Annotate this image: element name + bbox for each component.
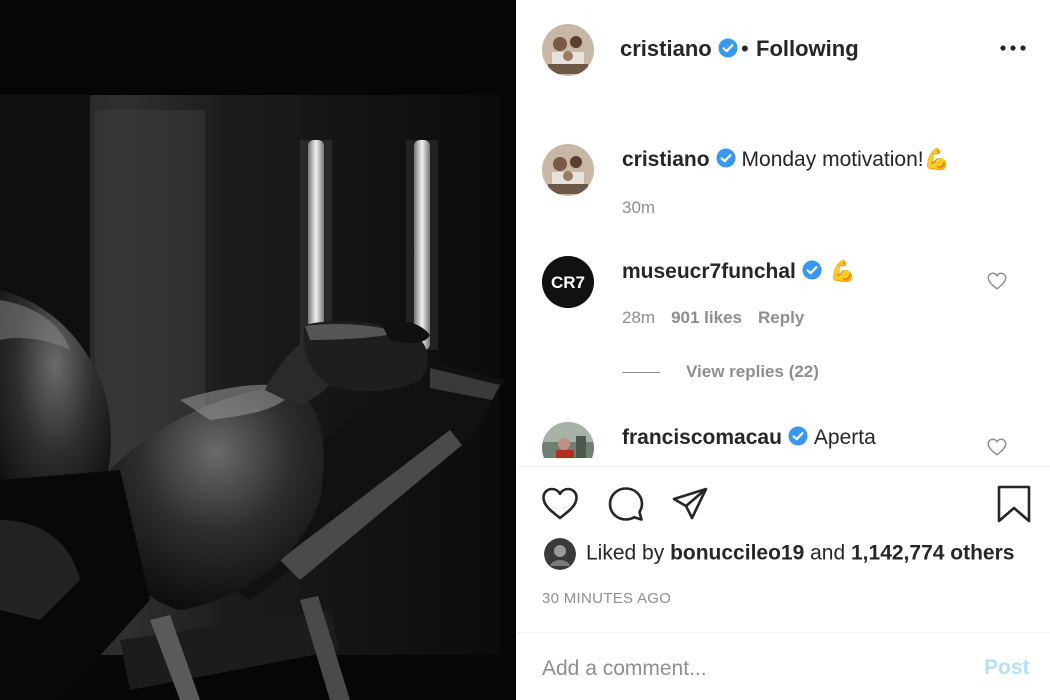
view-replies-label[interactable]: View replies (22) xyxy=(686,362,819,381)
comment-item: CR7 museucr7funchal 💪 28m 901 likes Reply xyxy=(516,254,1050,364)
caption: cristiano Monday motivation!💪 30m xyxy=(516,142,1050,232)
post-photo[interactable] xyxy=(0,0,516,700)
flexed-biceps-emoji: 💪 xyxy=(829,260,857,283)
comment-avatar-cr7[interactable]: CR7 xyxy=(542,256,594,308)
instagram-post: cristiano • Following cristiano Monday m… xyxy=(0,0,1050,700)
following-button[interactable]: Following xyxy=(756,36,859,62)
more-options-icon[interactable] xyxy=(998,36,1028,60)
gym-photo-image xyxy=(0,0,516,700)
post-header: cristiano • Following xyxy=(516,0,1050,100)
caption-username[interactable]: cristiano xyxy=(622,148,710,171)
comment-avatar[interactable] xyxy=(542,422,594,458)
cr7-logo-text: CR7 xyxy=(551,273,585,292)
verified-badge-icon xyxy=(718,38,738,58)
comment-text: franciscomacau Aperta xyxy=(622,426,876,450)
liked-by: Liked by bonuccileo19 and 1,142,774 othe… xyxy=(544,538,1014,574)
verified-badge-icon xyxy=(716,148,736,168)
share-icon[interactable] xyxy=(670,484,710,524)
caption-avatar[interactable] xyxy=(542,144,594,196)
bookmark-icon[interactable] xyxy=(994,484,1034,524)
action-bar xyxy=(516,470,1050,540)
comment-like-heart-icon[interactable] xyxy=(986,436,1008,458)
comment-text: museucr7funchal 💪 xyxy=(622,260,856,284)
post-timestamp[interactable]: 30 MINUTES AGO xyxy=(542,590,671,607)
comments-section: cristiano Monday motivation!💪 30m CR7 mus… xyxy=(516,100,1050,458)
comment-message: Aperta xyxy=(813,426,876,449)
likes-count[interactable]: 1,142,774 others xyxy=(851,542,1014,565)
add-comment-form: Post xyxy=(516,636,1050,700)
comment-icon[interactable] xyxy=(606,484,646,524)
comment-time[interactable]: 28m xyxy=(622,308,655,327)
reply-button[interactable]: Reply xyxy=(758,308,804,327)
liker-avatar[interactable] xyxy=(544,538,576,570)
comment-item: franciscomacau Aperta xyxy=(516,420,1050,458)
divider xyxy=(516,466,1050,467)
heart-icon[interactable] xyxy=(540,484,580,524)
liked-by-middle: and xyxy=(810,541,846,565)
header-username[interactable]: cristiano xyxy=(620,36,738,62)
profile-avatar[interactable] xyxy=(542,24,594,76)
caption-meta: 30m xyxy=(622,198,671,218)
header-username-text[interactable]: cristiano xyxy=(620,36,712,61)
post-details-panel: cristiano • Following cristiano Monday m… xyxy=(516,0,1050,700)
replies-divider-line xyxy=(622,372,660,374)
flexed-biceps-emoji: 💪 xyxy=(923,148,950,171)
verified-badge-icon xyxy=(788,426,808,446)
verified-badge-icon xyxy=(802,260,822,280)
caption-time[interactable]: 30m xyxy=(622,198,655,217)
liked-by-prefix: Liked by xyxy=(586,541,665,565)
comment-username[interactable]: museucr7funchal xyxy=(622,260,796,283)
header-separator: • xyxy=(741,36,749,61)
comment-meta: 28m 901 likes Reply xyxy=(622,308,820,328)
add-comment-input[interactable] xyxy=(542,652,962,686)
divider xyxy=(516,632,1050,633)
comment-likes[interactable]: 901 likes xyxy=(671,308,742,327)
post-comment-button[interactable]: Post xyxy=(984,656,1030,680)
comment-username[interactable]: franciscomacau xyxy=(622,426,782,449)
caption-message: Monday motivation! xyxy=(741,148,924,171)
comment-like-heart-icon[interactable] xyxy=(986,270,1008,292)
liker-username[interactable]: bonuccileo19 xyxy=(670,542,804,565)
caption-text: cristiano Monday motivation!💪 xyxy=(622,148,950,172)
view-replies-button[interactable]: View replies (22) xyxy=(622,362,819,382)
